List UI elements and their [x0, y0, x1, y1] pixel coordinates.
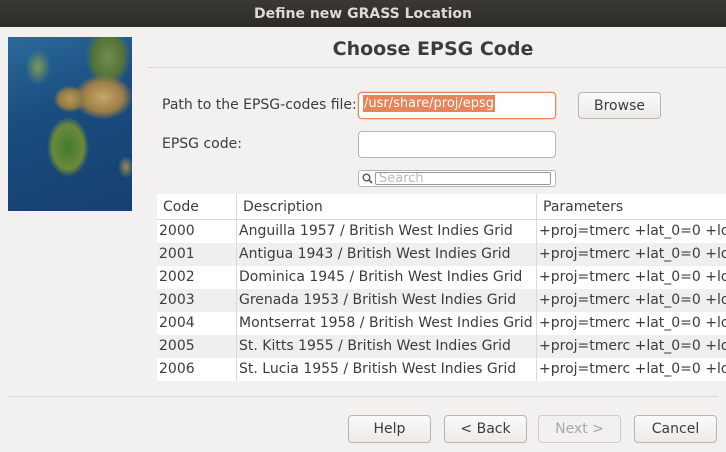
cell-description: Anguilla 1957 / British West Indies Grid	[237, 220, 537, 243]
epsg-path-input[interactable]: /usr/share/proj/epsg	[358, 92, 556, 119]
epsg-code-label: EPSG code:	[162, 136, 242, 152]
table-row[interactable]: 2002 Dominica 1945 / British West Indies…	[157, 266, 726, 289]
path-label: Path to the EPSG-codes file:	[162, 97, 357, 113]
help-button[interactable]: Help	[348, 415, 431, 443]
next-button[interactable]: Next >	[538, 415, 621, 443]
cell-description: Grenada 1953 / British West Indies Grid	[237, 289, 537, 312]
window-titlebar: Define new GRASS Location	[0, 0, 726, 27]
cell-code: 2001	[157, 243, 237, 266]
cell-parameters: +proj=tmerc +lat_0=0 +lon_	[539, 315, 726, 331]
column-header-code[interactable]: Code	[157, 194, 237, 220]
browse-button[interactable]: Browse	[578, 92, 661, 119]
cell-parameters: +proj=tmerc +lat_0=0 +lon_	[539, 269, 726, 285]
table-row[interactable]: 2003 Grenada 1953 / British West Indies …	[157, 289, 726, 312]
cell-code: 2005	[157, 335, 237, 358]
back-button[interactable]: < Back	[444, 415, 527, 443]
cell-parameters: +proj=tmerc +lat_0=0 +lon_	[539, 361, 726, 377]
cell-description: St. Kitts 1955 / British West Indies Gri…	[237, 335, 537, 358]
search-input[interactable]: Search	[375, 172, 551, 185]
cancel-button[interactable]: Cancel	[634, 415, 717, 443]
cell-description: Antigua 1943 / British West Indies Grid	[237, 243, 537, 266]
column-header-parameters[interactable]: Parameters	[537, 194, 726, 220]
search-field[interactable]: Search	[358, 170, 556, 187]
search-icon	[359, 171, 375, 186]
world-map-image	[8, 37, 132, 211]
table-row[interactable]: 2005 St. Kitts 1955 / British West Indie…	[157, 335, 726, 358]
cell-description: Montserrat 1958 / British West Indies Gr…	[237, 312, 537, 335]
cell-code: 2000	[157, 220, 237, 243]
cell-description: St. Lucia 1955 / British West Indies Gri…	[237, 358, 537, 381]
column-header-description[interactable]: Description	[237, 194, 537, 220]
epsg-table[interactable]: Code Description Parameters 2000 Anguill…	[157, 194, 726, 381]
footer-divider	[8, 396, 718, 397]
table-row[interactable]: 2004 Montserrat 1958 / British West Indi…	[157, 312, 726, 335]
epsg-path-value: /usr/share/proj/epsg	[363, 95, 496, 112]
cell-parameters: +proj=tmerc +lat_0=0 +lon_	[539, 338, 726, 354]
cell-code: 2003	[157, 289, 237, 312]
table-row[interactable]: 2000 Anguilla 1957 / British West Indies…	[157, 220, 726, 243]
cell-description: Dominica 1945 / British West Indies Grid	[237, 266, 537, 289]
table-row[interactable]: 2001 Antigua 1943 / British West Indies …	[157, 243, 726, 266]
cell-parameters: +proj=tmerc +lat_0=0 +lon_	[539, 246, 726, 262]
cell-code: 2006	[157, 358, 237, 381]
cell-parameters: +proj=tmerc +lat_0=0 +lon_	[539, 223, 726, 239]
page-title: Choose EPSG Code	[332, 38, 534, 60]
cell-code: 2002	[157, 266, 237, 289]
window-title: Define new GRASS Location	[254, 5, 472, 22]
epsg-code-input[interactable]	[358, 131, 556, 158]
table-row[interactable]: 2006 St. Lucia 1955 / British West Indie…	[157, 358, 726, 381]
cell-code: 2004	[157, 312, 237, 335]
cell-parameters: +proj=tmerc +lat_0=0 +lon_	[539, 292, 726, 308]
title-divider	[148, 67, 726, 68]
table-header: Code Description Parameters	[157, 194, 726, 220]
